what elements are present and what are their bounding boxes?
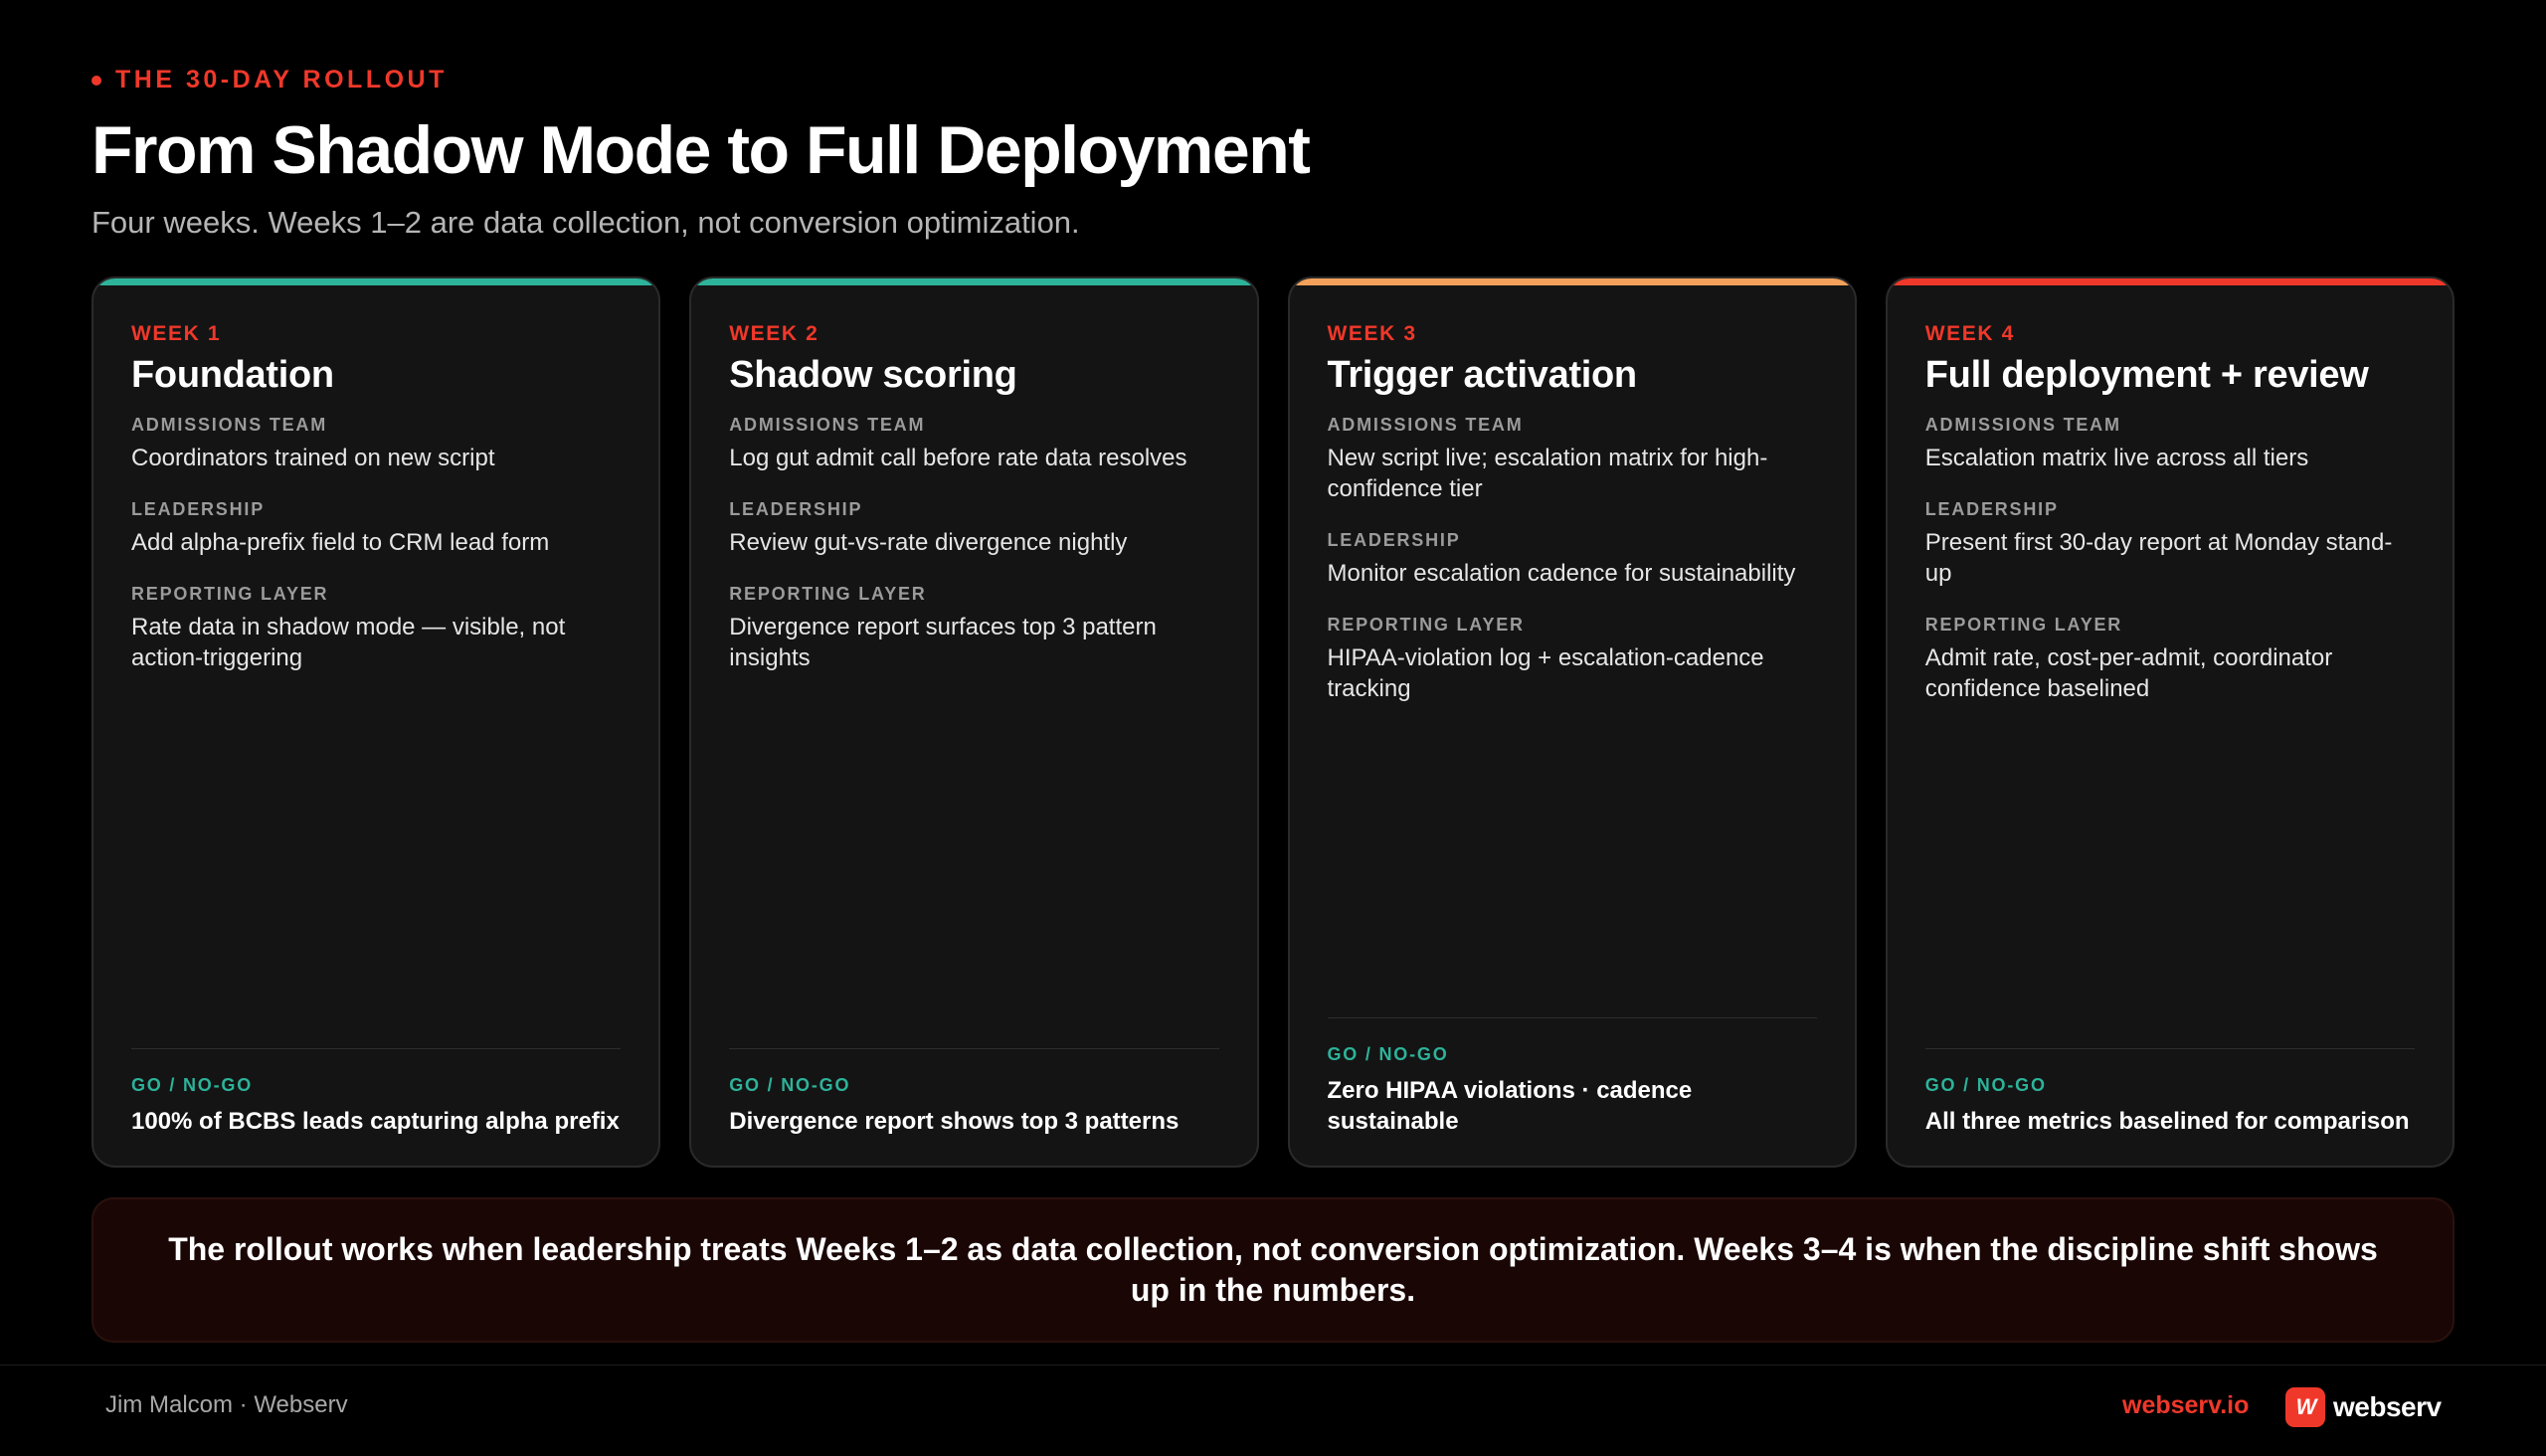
card-title: Foundation: [131, 354, 334, 396]
section-text: Divergence report surfaces top 3 pattern…: [729, 614, 1157, 671]
section-text: Monitor escalation cadence for sustainab…: [1327, 560, 1796, 587]
section-label: LEADERSHIP: [729, 499, 863, 519]
section-label: ADMISSIONS TEAM: [1327, 415, 1524, 435]
footer: Jim Malcom · Webserv webserv.io W webser…: [0, 1365, 2546, 1456]
section-text: Add alpha-prefix field to CRM lead form: [131, 529, 550, 556]
section-text: New script live; escalation matrix for h…: [1327, 445, 1768, 502]
week-card-2: WEEK 2 Shadow scoring ADMISSIONS TEAM Lo…: [689, 276, 1259, 1168]
week-label: WEEK 1: [131, 322, 222, 345]
section-admissions: ADMISSIONS TEAM Log gut admit call befor…: [729, 415, 1218, 473]
section-label: REPORTING LAYER: [1924, 615, 2123, 635]
footer-website-link[interactable]: webserv.io: [2122, 1391, 2249, 1420]
section-text: Review gut-vs-rate divergence nightly: [729, 529, 1128, 556]
footer-author: Jim Malcom · Webserv: [105, 1391, 348, 1418]
section-label: LEADERSHIP: [1327, 530, 1461, 550]
card-accent-bar: [691, 278, 1257, 285]
week-cards: WEEK 1 Foundation ADMISSIONS TEAM Coordi…: [91, 276, 2455, 1168]
section-text: Log gut admit call before rate data reso…: [729, 445, 1187, 471]
summary-callout: The rollout works when leadership treats…: [91, 1197, 2455, 1343]
gonogo-label: GO / NO-GO: [729, 1075, 851, 1095]
section-admissions: ADMISSIONS TEAM Coordinators trained on …: [131, 415, 621, 473]
gonogo-text: Zero HIPAA violations · cadence sustaina…: [1327, 1077, 1693, 1135]
section-text: Present first 30-day report at Monday st…: [1924, 529, 2393, 587]
card-title: Trigger activation: [1327, 354, 1638, 396]
card-accent-bar: [93, 278, 659, 285]
card-title: Full deployment + review: [1924, 354, 2369, 396]
gonogo-label: GO / NO-GO: [1924, 1075, 2047, 1095]
section-label: ADMISSIONS TEAM: [729, 415, 926, 435]
card-accent-bar: [1289, 278, 1855, 285]
section-text: Escalation matrix live across all tiers: [1924, 445, 2309, 471]
week-label: WEEK 3: [1327, 322, 1417, 345]
gonogo-text: 100% of BCBS leads capturing alpha prefi…: [131, 1108, 620, 1135]
section-label: REPORTING LAYER: [729, 584, 927, 604]
section-text: Coordinators trained on new script: [131, 445, 495, 471]
gonogo-label: GO / NO-GO: [131, 1075, 254, 1095]
week-card-1: WEEK 1 Foundation ADMISSIONS TEAM Coordi…: [91, 276, 661, 1168]
webserv-logo: W webserv: [2285, 1387, 2442, 1427]
page-subtitle: Four weeks. Weeks 1–2 are data collectio…: [91, 205, 1080, 240]
section-reporting: REPORTING LAYER HIPAA-violation log + es…: [1328, 615, 1817, 704]
section-leadership: LEADERSHIP Monitor escalation cadence fo…: [1328, 530, 1817, 589]
section-label: LEADERSHIP: [131, 499, 266, 519]
section-label: ADMISSIONS TEAM: [131, 415, 328, 435]
section-label: LEADERSHIP: [1924, 499, 2059, 519]
card-body: WEEK 1 Foundation ADMISSIONS TEAM Coordi…: [131, 322, 621, 673]
card-title: Shadow scoring: [729, 354, 1017, 396]
section-leadership: LEADERSHIP Add alpha-prefix field to CRM…: [131, 499, 621, 558]
week-label: WEEK 2: [729, 322, 819, 345]
section-text: Rate data in shadow mode — visible, not …: [131, 614, 566, 671]
section-leadership: LEADERSHIP Review gut-vs-rate divergence…: [729, 499, 1218, 558]
gonogo-block: GO / NO-GO Divergence report shows top 3…: [729, 1048, 1219, 1137]
page-title: From Shadow Mode to Full Deployment: [91, 112, 1311, 188]
section-admissions: ADMISSIONS TEAM Escalation matrix live a…: [1925, 415, 2415, 473]
section-text: HIPAA-violation log + escalation-cadence…: [1327, 644, 1764, 702]
section-reporting: REPORTING LAYER Divergence report surfac…: [729, 584, 1218, 673]
section-label: ADMISSIONS TEAM: [1924, 415, 2121, 435]
section-text: Admit rate, cost-per-admit, coordinator …: [1924, 644, 2333, 702]
week-label: WEEK 4: [1924, 322, 2015, 345]
card-body: WEEK 2 Shadow scoring ADMISSIONS TEAM Lo…: [729, 322, 1218, 673]
card-body: WEEK 4 Full deployment + review ADMISSIO…: [1925, 322, 2415, 704]
section-admissions: ADMISSIONS TEAM New script live; escalat…: [1328, 415, 1817, 504]
eyebrow-label: THE 30-DAY ROLLOUT: [115, 66, 448, 93]
gonogo-block: GO / NO-GO Zero HIPAA violations · caden…: [1327, 1017, 1817, 1137]
callout-text: The rollout works when leadership treats…: [168, 1231, 2378, 1308]
bullet-dot-icon: [91, 75, 101, 86]
gonogo-block: GO / NO-GO 100% of BCBS leads capturing …: [131, 1048, 622, 1137]
section-eyebrow: THE 30-DAY ROLLOUT: [91, 66, 448, 94]
section-leadership: LEADERSHIP Present first 30-day report a…: [1925, 499, 2415, 589]
week-card-3: WEEK 3 Trigger activation ADMISSIONS TEA…: [1287, 276, 1857, 1168]
gonogo-label: GO / NO-GO: [1327, 1044, 1449, 1064]
gonogo-text: Divergence report shows top 3 patterns: [729, 1108, 1180, 1135]
card-body: WEEK 3 Trigger activation ADMISSIONS TEA…: [1328, 322, 1817, 704]
logo-mark-icon: W: [2285, 1387, 2325, 1427]
logo-wordmark: webserv: [2333, 1391, 2442, 1422]
section-reporting: REPORTING LAYER Admit rate, cost-per-adm…: [1925, 615, 2415, 704]
section-label: REPORTING LAYER: [1327, 615, 1525, 635]
week-card-4: WEEK 4 Full deployment + review ADMISSIO…: [1885, 276, 2455, 1168]
section-reporting: REPORTING LAYER Rate data in shadow mode…: [131, 584, 621, 673]
card-accent-bar: [1887, 278, 2453, 285]
section-label: REPORTING LAYER: [131, 584, 329, 604]
gonogo-block: GO / NO-GO All three metrics baselined f…: [1924, 1048, 2415, 1137]
gonogo-text: All three metrics baselined for comparis…: [1924, 1108, 2410, 1135]
